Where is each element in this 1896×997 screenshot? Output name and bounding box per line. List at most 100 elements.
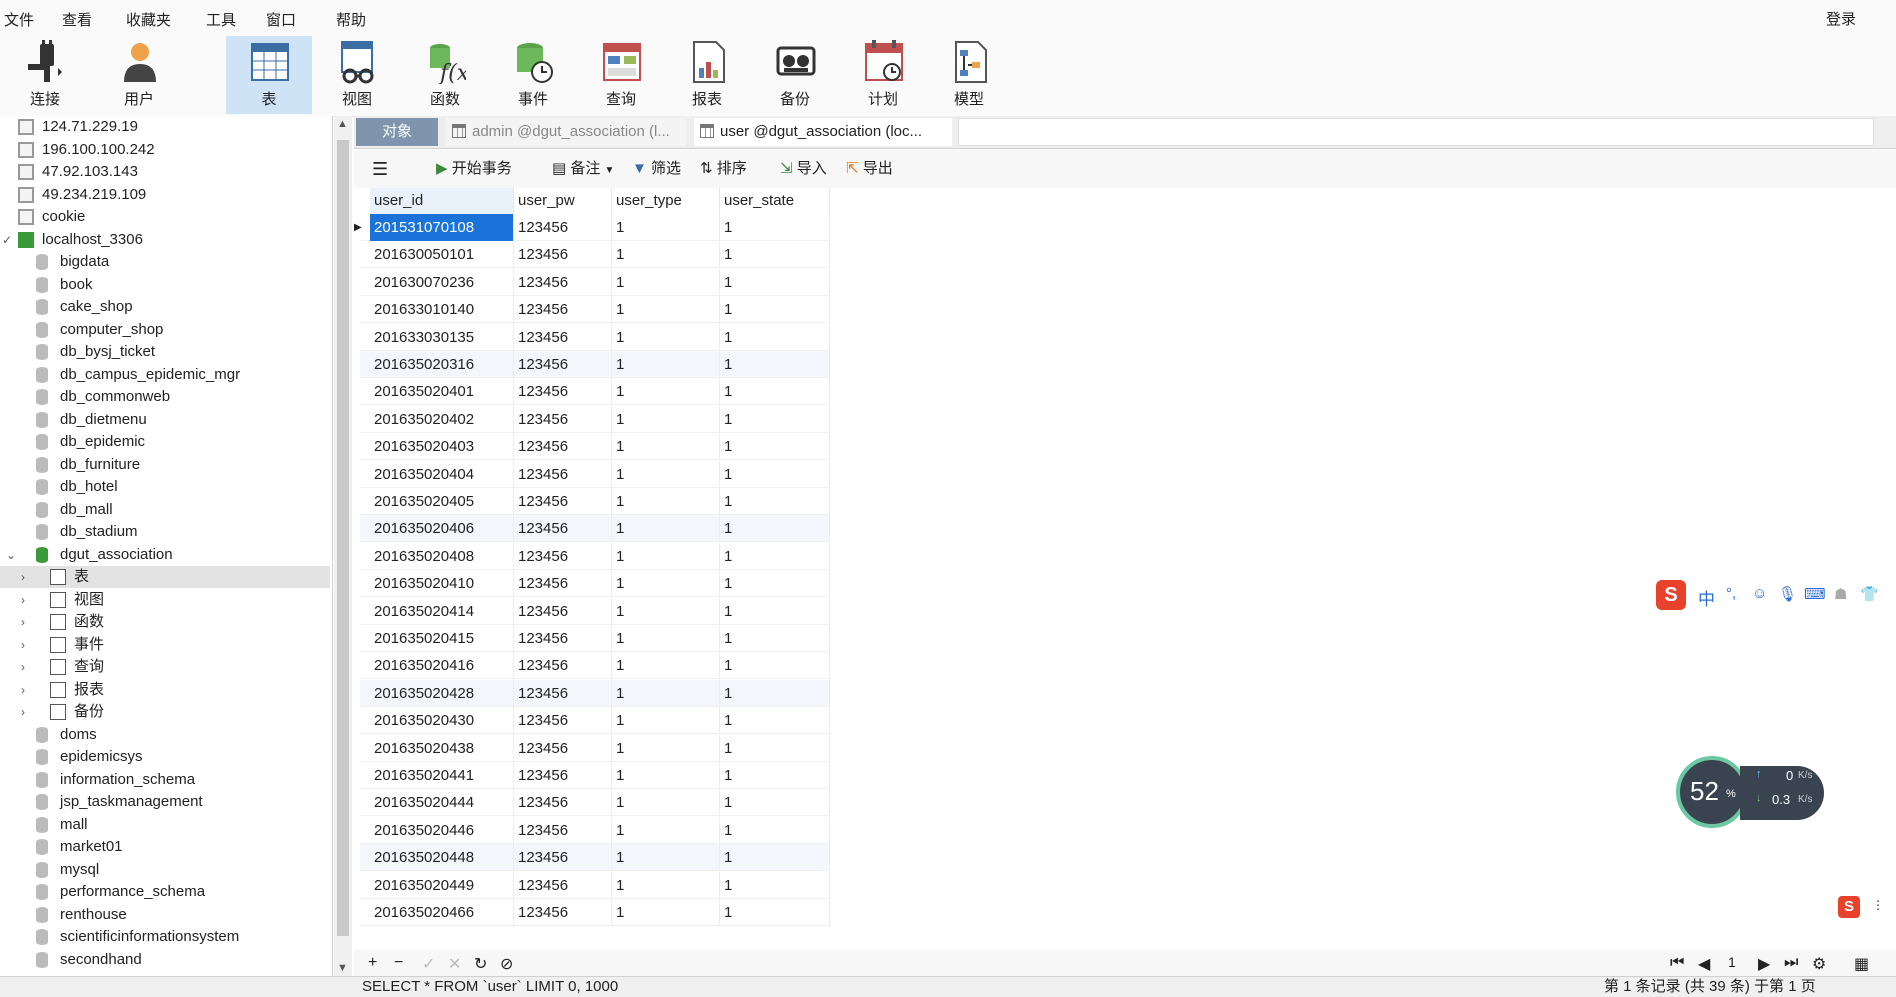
user-id-cell[interactable]: 201635020430	[370, 707, 514, 735]
table-row[interactable]: 201635020444 123456 1 1	[360, 789, 830, 817]
ime-menu-icon[interactable]: ⋮	[1872, 898, 1884, 912]
user-type-cell[interactable]: 1	[612, 844, 720, 872]
user-type-cell[interactable]: 1	[612, 734, 720, 762]
user-pw-cell[interactable]: 123456	[514, 488, 612, 515]
toolbar-table-button[interactable]: 表	[226, 36, 312, 114]
table-row[interactable]: 201635020410 123456 1 1	[360, 570, 830, 598]
table-row[interactable]: 201635020415 123456 1 1	[360, 625, 830, 652]
user-type-cell[interactable]: 1	[612, 488, 720, 515]
user-type-cell[interactable]: 1	[612, 460, 720, 488]
table-row[interactable]: 201635020401 123456 1 1	[360, 378, 830, 406]
menu-file[interactable]: 文件	[4, 9, 34, 30]
toolbar-report-button[interactable]: 报表	[664, 36, 750, 114]
expand-arrow-icon[interactable]: ›	[16, 566, 30, 588]
tree-item[interactable]: cake_shop	[0, 296, 330, 318]
table-row[interactable]: 201635020449 123456 1 1	[360, 871, 830, 899]
table-row[interactable]: 201635020414 123456 1 1	[360, 597, 830, 625]
user-id-cell[interactable]: 201531070108	[370, 214, 514, 241]
sogou-logo-icon[interactable]: S	[1656, 580, 1686, 610]
user-type-cell[interactable]: 1	[612, 241, 720, 269]
previous-page-icon[interactable]: ◀	[1698, 954, 1710, 974]
user-state-cell[interactable]: 1	[720, 899, 830, 926]
tree-scrollbar[interactable]: ▲ ▼	[334, 116, 352, 976]
user-id-cell[interactable]: 201635020441	[370, 762, 514, 789]
sort-button[interactable]: ⇅ 排序	[700, 159, 747, 179]
user-id-cell[interactable]: 201635020406	[370, 515, 514, 543]
begin-transaction-button[interactable]: ▶ 开始事务	[436, 159, 512, 179]
user-state-cell[interactable]: 1	[720, 268, 830, 296]
user-pw-cell[interactable]: 123456	[514, 296, 612, 324]
punctuation-icon[interactable]: °,	[1726, 585, 1736, 602]
toolbar-view-button[interactable]: 视图	[314, 36, 400, 114]
tree-item[interactable]: market01	[0, 836, 330, 858]
hamburger-menu-icon[interactable]: ☰	[372, 159, 388, 179]
user-id-cell[interactable]: 201635020444	[370, 789, 514, 817]
expand-arrow-icon[interactable]: ›	[16, 589, 30, 611]
user-type-cell[interactable]: 1	[612, 433, 720, 461]
column-header-user-id[interactable]: user_id	[370, 188, 514, 214]
column-header-user-pw[interactable]: user_pw	[514, 188, 612, 214]
expand-arrow-icon[interactable]: ›	[16, 701, 30, 723]
scroll-up-icon[interactable]: ▲	[337, 118, 348, 130]
table-row[interactable]: 201630050101 123456 1 1	[360, 241, 830, 269]
user-type-cell[interactable]: 1	[612, 597, 720, 625]
import-button[interactable]: ⇲ 导入	[780, 159, 827, 179]
table-row[interactable]: 201635020402 123456 1 1	[360, 405, 830, 433]
grid-view-icon[interactable]: ▦	[1854, 954, 1869, 974]
first-page-icon[interactable]: ⏮	[1670, 954, 1684, 972]
toolbar-event-button[interactable]: 事件	[490, 36, 576, 114]
ime-language[interactable]: 中	[1698, 585, 1715, 610]
user-pw-cell[interactable]: 123456	[514, 871, 612, 899]
user-state-cell[interactable]: 1	[720, 378, 830, 406]
emoji-icon[interactable]: ☺	[1752, 585, 1767, 602]
user-state-cell[interactable]: 1	[720, 597, 830, 625]
user-id-cell[interactable]: 201635020405	[370, 488, 514, 515]
last-page-icon[interactable]: ⏭	[1784, 954, 1798, 972]
user-pw-cell[interactable]: 123456	[514, 214, 612, 241]
user-id-cell[interactable]: 201635020446	[370, 816, 514, 844]
add-record-icon[interactable]: +	[368, 954, 377, 972]
page-number[interactable]: 1	[1728, 954, 1736, 970]
user-id-cell[interactable]: 201635020404	[370, 460, 514, 488]
user-state-cell[interactable]: 1	[720, 679, 830, 707]
tree-item[interactable]: db_epidemic	[0, 431, 330, 453]
user-pw-cell[interactable]: 123456	[514, 433, 612, 461]
keyboard-icon[interactable]: ⌨	[1804, 585, 1826, 603]
tree-item[interactable]: computer_shop	[0, 319, 330, 341]
user-id-cell[interactable]: 201635020410	[370, 570, 514, 598]
table-row[interactable]: 201633030135 123456 1 1	[360, 323, 830, 351]
toolbar-model-button[interactable]: 模型	[926, 36, 1012, 114]
memo-button[interactable]: ▤ 备注 ▼	[552, 159, 614, 179]
tree-item[interactable]: 124.71.229.19	[0, 116, 330, 138]
user-id-cell[interactable]: 201635020428	[370, 679, 514, 707]
filter-button[interactable]: ▼ 筛选	[632, 159, 681, 179]
tree-item[interactable]: renthouse	[0, 904, 330, 926]
user-id-cell[interactable]: 201635020415	[370, 625, 514, 652]
user-id-cell[interactable]: 201630050101	[370, 241, 514, 269]
expand-arrow-icon[interactable]: ›	[16, 679, 30, 701]
tree-item[interactable]: information_schema	[0, 769, 330, 791]
microphone-icon[interactable]: 🎙	[1778, 585, 1797, 603]
table-row[interactable]: 201635020406 123456 1 1	[360, 515, 830, 543]
user-pw-cell[interactable]: 123456	[514, 268, 612, 296]
expand-arrow-icon[interactable]: ⌄	[4, 544, 18, 566]
table-row[interactable]: 201635020430 123456 1 1	[360, 707, 830, 735]
user-type-cell[interactable]: 1	[612, 378, 720, 406]
tree-item[interactable]: ✓ localhost_3306	[0, 229, 330, 251]
next-page-icon[interactable]: ▶	[1758, 954, 1770, 974]
menu-tools[interactable]: 工具	[206, 9, 236, 30]
tree-item[interactable]: 47.92.103.143	[0, 161, 330, 183]
user-id-cell[interactable]: 201630070236	[370, 268, 514, 296]
user-state-cell[interactable]: 1	[720, 652, 830, 680]
tree-item[interactable]: performance_schema	[0, 881, 330, 903]
toolbar-query-button[interactable]: 查询	[578, 36, 664, 114]
table-row[interactable]: 201630070236 123456 1 1	[360, 268, 830, 296]
user-state-cell[interactable]: 1	[720, 241, 830, 269]
menu-help[interactable]: 帮助	[336, 9, 366, 30]
tree-item[interactable]: db_mall	[0, 499, 330, 521]
user-pw-cell[interactable]: 123456	[514, 652, 612, 680]
tree-item[interactable]: 196.100.100.242	[0, 139, 330, 161]
expand-arrow-icon[interactable]: ✓	[0, 229, 14, 251]
user-type-cell[interactable]: 1	[612, 542, 720, 570]
tree-item[interactable]: db_campus_epidemic_mgr	[0, 364, 330, 386]
